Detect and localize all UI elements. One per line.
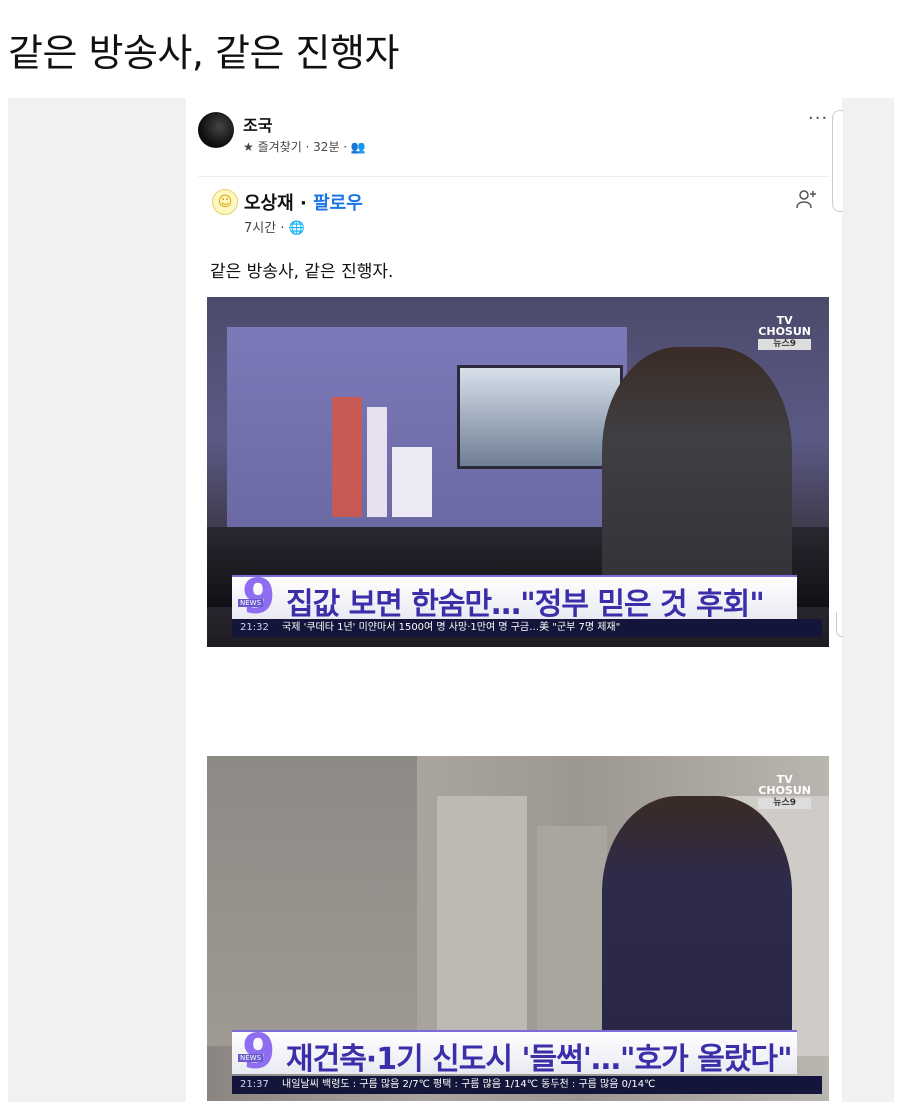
adjacent-card-edge [832,110,843,212]
news-anchor [602,347,792,607]
shared-author[interactable]: 오상재 [244,193,294,214]
shared-meta: 7시간 · 🌐 [244,221,305,236]
crawl-ticker: 21:32 국제 '쿠데타 1년' 미얀마서 1500여 명 사망·1만여 명 … [232,619,822,637]
apartment-tower [537,826,607,1056]
apartment-tower [437,796,527,1056]
news-tag: NEWS [238,599,264,607]
headline: 재건축·1기 신도시 '들썩'…"호가 올랐다" [286,1042,793,1077]
avatar[interactable] [198,112,234,148]
crawl-ticker: 21:37 내일날씨 백령도 : 구름 많음 2/7℃ 평택 : 구름 많음 1… [232,1076,822,1094]
program-number: 9 [242,1024,276,1080]
headline-band: 9 NEWS 집값 보면 한숨만…"정부 믿은 것 후회" [232,569,797,625]
backdrop-building [392,447,432,517]
headline-band: 9 NEWS 재건축·1기 신도시 '들썩'…"호가 올랐다" [232,1024,797,1080]
headline: 집값 보면 한숨만…"정부 믿은 것 후회" [286,587,765,622]
page-title: 같은 방송사, 같은 진행자 [8,31,399,75]
crawl-time: 21:37 [240,1079,269,1090]
follow-button[interactable]: 팔로우 [313,193,363,214]
shared-author-line: 오상재 · 팔로우 [244,189,363,215]
crawl-text: 내일날씨 백령도 : 구름 많음 2/7℃ 평택 : 구름 많음 1/14℃ 동… [282,1079,656,1090]
more-options-icon[interactable]: ··· [808,108,828,129]
news-tag: NEWS [238,1054,264,1062]
channel-logo: TV CHOSUN 뉴스9 [758,773,811,809]
crawl-time: 21:32 [240,622,269,633]
program-number: 9 [242,569,276,625]
person-add-icon[interactable] [796,189,818,214]
adjacent-card-edge-lower [836,612,843,637]
crawl-text: 국제 '쿠데타 1년' 미얀마서 1500여 명 사망·1만여 명 구금…美 "… [282,622,621,633]
post-meta: ★ 즐겨찾기 · 32분 · 👥 [243,140,366,154]
backdrop-building [332,397,362,517]
event-screen [457,365,623,469]
old-apartment-building [207,756,417,1046]
separator-dot: · [299,193,307,214]
news-anchor [602,796,792,1036]
backdrop-building [367,407,387,517]
shared-avatar[interactable]: ☺ [212,189,238,215]
news-screenshot-1[interactable]: TV CHOSUN 뉴스9 9 NEWS 집값 보면 한숨만…"정부 믿은 것 … [207,297,829,647]
news-screenshot-2[interactable]: TV CHOSUN 뉴스9 9 NEWS 재건축·1기 신도시 '들썩'…"호가… [207,756,829,1101]
shared-post: ☺ 오상재 · 팔로우 7시간 · 🌐 같은 방송사, 같은 진행자. [198,176,830,287]
channel-logo: TV CHOSUN 뉴스9 [758,314,811,350]
shared-post-text: 같은 방송사, 같은 진행자. [210,262,394,282]
post-author[interactable]: 조국 [243,112,272,136]
